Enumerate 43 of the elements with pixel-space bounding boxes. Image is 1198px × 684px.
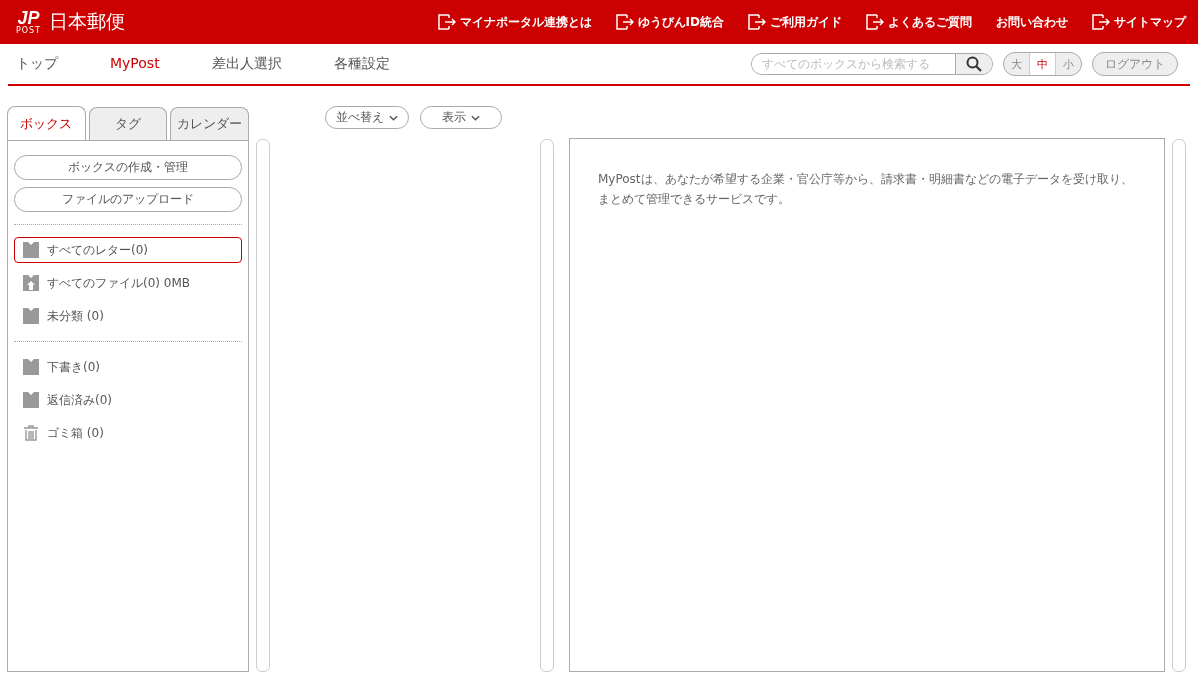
- dropdown-button[interactable]: 並べ替え: [325, 106, 409, 129]
- chevron-down-icon: [389, 114, 398, 121]
- logo-text: 日本郵便: [49, 9, 126, 34]
- external-link-icon: [748, 14, 766, 30]
- font-size-option[interactable]: 中: [1029, 53, 1055, 75]
- folder-icon: [23, 359, 39, 375]
- logo-mark: JP POST: [16, 9, 42, 35]
- box-item[interactable]: すべてのファイル(0) 0MB: [14, 270, 242, 296]
- nav-tab[interactable]: トップ: [16, 55, 58, 73]
- external-link-icon: [1092, 14, 1110, 30]
- box-item[interactable]: すべてのレター(0): [14, 237, 242, 263]
- box-item[interactable]: ゴミ箱 (0): [14, 420, 242, 446]
- folder-icon: [23, 242, 39, 258]
- external-link-icon: [437, 14, 456, 30]
- folder-icon: [23, 392, 39, 408]
- sidebar-button[interactable]: ファイルのアップロード: [14, 187, 242, 212]
- sidebar-tab[interactable]: ボックス: [7, 106, 86, 140]
- nav-tab[interactable]: 各種設定: [333, 55, 390, 73]
- external-link-icon: [615, 14, 634, 30]
- sidebar-tab[interactable]: カレンダー: [170, 107, 249, 140]
- nav-tab[interactable]: MyPost: [110, 55, 160, 73]
- box-item[interactable]: 返信済み(0): [14, 387, 242, 413]
- external-link-icon: [866, 14, 884, 30]
- trash-icon: [23, 425, 39, 441]
- box-item[interactable]: 下書き(0): [14, 354, 242, 380]
- folder-icon: [23, 308, 39, 324]
- sidebar-tab[interactable]: タグ: [88, 107, 168, 140]
- sidebar-button[interactable]: ボックスの作成・管理: [14, 155, 242, 180]
- nav-tab[interactable]: 差出人選択: [211, 55, 282, 73]
- dropdown-button[interactable]: 表示: [420, 106, 502, 129]
- search-button[interactable]: [955, 54, 992, 74]
- header-link[interactable]: お問い合わせ: [996, 13, 1068, 31]
- header-link[interactable]: マイナポータル連携とは: [437, 13, 592, 31]
- header-link[interactable]: ゆうびんID統合: [615, 13, 724, 31]
- description-text: MyPostは、あなたが希望する企業・官公庁等から、請求書・明細書などの電子データを受け取り、まとめて管理できるサービスです。: [598, 171, 1134, 208]
- search-icon: [966, 56, 982, 72]
- header-link[interactable]: サイトマップ: [1092, 13, 1186, 31]
- upload-icon: [23, 275, 39, 291]
- box-item[interactable]: 未分類 (0): [14, 303, 242, 329]
- header-link[interactable]: ご利用ガイド: [748, 13, 842, 31]
- header-link[interactable]: よくあるご質問: [866, 13, 972, 31]
- search-field[interactable]: すべてのボックスから検索する: [751, 53, 993, 75]
- chevron-down-icon: [471, 114, 480, 121]
